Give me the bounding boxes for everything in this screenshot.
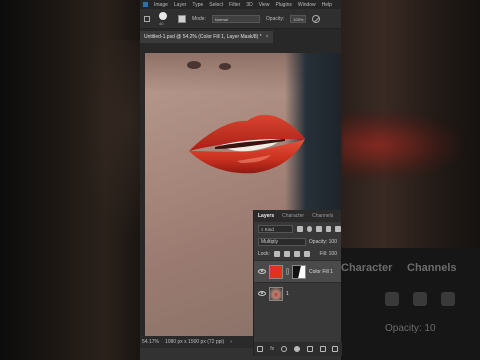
document-size: 1080 px x 1500 px (72 ppi) bbox=[164, 339, 225, 345]
lock-all-icon[interactable] bbox=[303, 251, 310, 257]
nostril-left bbox=[187, 61, 201, 69]
blurred-icons bbox=[385, 292, 455, 306]
layer-row-photo[interactable]: 1 bbox=[254, 282, 341, 304]
visibility-eye-icon[interactable] bbox=[258, 269, 266, 274]
folder-icon[interactable] bbox=[306, 346, 313, 352]
mode-select[interactable]: Normal bbox=[211, 14, 260, 23]
opacity-input[interactable]: 100% bbox=[290, 14, 307, 23]
blurred-opacity-label: Opacity: bbox=[385, 323, 422, 334]
image-icon bbox=[385, 292, 399, 306]
document-title: Untitled-1.psd @ 54.2% (Color Fill 1, La… bbox=[144, 34, 262, 40]
brush-settings-icon[interactable] bbox=[178, 14, 186, 23]
app-logo-icon bbox=[143, 2, 148, 7]
add-mask-icon[interactable] bbox=[281, 346, 288, 352]
menu-filter[interactable]: Filter bbox=[229, 2, 240, 8]
filter-adjustment-icon[interactable] bbox=[306, 226, 313, 232]
blurred-tab-character: Character bbox=[341, 262, 393, 274]
new-layer-icon[interactable] bbox=[319, 346, 326, 352]
filter-kind-select[interactable]: ⌕ Kind bbox=[258, 225, 294, 233]
panel-tabs: Layers Character Channels bbox=[254, 210, 341, 222]
menu-image[interactable]: Image bbox=[154, 2, 168, 8]
nostril-right bbox=[219, 63, 231, 70]
link-layers-icon[interactable] bbox=[257, 346, 264, 352]
chevron-right-icon[interactable]: › bbox=[230, 339, 232, 345]
red-lips bbox=[185, 99, 307, 179]
menu-bar: Image Layer Type Select Filter 3D View P… bbox=[140, 0, 341, 9]
color-fill-thumbnail[interactable] bbox=[269, 264, 283, 279]
filter-smart-icon[interactable] bbox=[335, 226, 341, 232]
layer-filter-row: ⌕ Kind bbox=[254, 222, 341, 236]
document-tabs: Untitled-1.psd @ 54.2% (Color Fill 1, La… bbox=[140, 29, 341, 43]
layers-panel: Layers Character Channels ⌕ Kind Multipl… bbox=[253, 210, 342, 356]
fill-label: Fill: bbox=[319, 251, 328, 257]
filter-type-icon[interactable] bbox=[316, 226, 322, 232]
photo-layer-thumbnail[interactable] bbox=[269, 286, 283, 301]
pressure-opacity-icon[interactable] bbox=[312, 14, 321, 23]
brush-size: 40 bbox=[159, 20, 164, 26]
opacity-control[interactable]: Opacity: 100 bbox=[309, 239, 337, 245]
tab-character[interactable]: Character bbox=[282, 213, 304, 219]
document-tab[interactable]: Untitled-1.psd @ 54.2% (Color Fill 1, La… bbox=[140, 31, 273, 43]
lips-drawing bbox=[189, 114, 305, 174]
background-blur-right: Character Channels Opacity: 10 bbox=[341, 0, 480, 360]
chain-link-icon[interactable] bbox=[286, 268, 289, 275]
blurred-tab-channels: Channels bbox=[407, 262, 457, 274]
menu-view[interactable]: View bbox=[259, 2, 270, 8]
lock-label: Lock: bbox=[258, 251, 270, 257]
background-blur-left bbox=[0, 0, 140, 360]
brush-tip-icon bbox=[159, 11, 167, 20]
trash-icon[interactable] bbox=[332, 346, 339, 352]
mode-label: Mode: bbox=[192, 15, 206, 22]
menu-window[interactable]: Window bbox=[298, 2, 316, 8]
layer-name[interactable]: Color Fill 1 bbox=[309, 269, 333, 275]
lock-move-icon[interactable] bbox=[293, 251, 300, 257]
layer-mask-thumbnail[interactable] bbox=[292, 264, 306, 279]
lock-row: Lock: Fill: 100 bbox=[254, 248, 341, 260]
opacity-label: Opacity: bbox=[265, 15, 285, 22]
lock-transparency-icon[interactable] bbox=[273, 251, 280, 257]
options-bar: 40 Mode: Normal Opacity: 100% bbox=[140, 9, 341, 29]
layer-opacity-label: Opacity: bbox=[308, 239, 328, 245]
close-icon[interactable]: × bbox=[266, 34, 269, 40]
blurred-opacity: Opacity: 10 bbox=[385, 323, 436, 334]
type-icon bbox=[441, 292, 455, 306]
blend-row: Multiply Opacity: 100 bbox=[254, 236, 341, 248]
layers-footer: fx bbox=[254, 342, 342, 356]
layer-opacity-value: 100 bbox=[328, 239, 337, 245]
blurred-lips bbox=[341, 110, 461, 180]
menu-plugins[interactable]: Plugins bbox=[275, 2, 291, 8]
adjustment-layer-icon[interactable] bbox=[293, 346, 300, 352]
menu-type[interactable]: Type bbox=[192, 2, 203, 8]
layer-name[interactable]: 1 bbox=[286, 291, 289, 297]
visibility-eye-icon[interactable] bbox=[258, 291, 266, 296]
menu-layer[interactable]: Layer bbox=[174, 2, 187, 8]
filter-pixel-icon[interactable] bbox=[297, 226, 303, 232]
blend-mode-select[interactable]: Multiply bbox=[258, 238, 306, 246]
menu-help[interactable]: Help bbox=[322, 2, 332, 8]
tab-channels[interactable]: Channels bbox=[312, 213, 333, 219]
brush-preset-picker[interactable]: 40 bbox=[156, 11, 172, 27]
zoom-level[interactable]: 54.17% bbox=[142, 339, 159, 345]
blurred-opacity-value: 10 bbox=[424, 323, 436, 334]
layer-row-color-fill[interactable]: Color Fill 1 bbox=[254, 260, 341, 282]
home-icon[interactable] bbox=[144, 15, 150, 22]
menu-3d[interactable]: 3D bbox=[246, 2, 252, 8]
fill-value: 100 bbox=[328, 251, 337, 257]
lock-paint-icon[interactable] bbox=[283, 251, 290, 257]
fx-icon[interactable]: fx bbox=[270, 346, 274, 352]
filter-kind-value: Kind bbox=[264, 227, 274, 232]
menu-select[interactable]: Select bbox=[209, 2, 223, 8]
fill-control[interactable]: Fill: 100 bbox=[319, 251, 337, 257]
filter-shape-icon[interactable] bbox=[325, 226, 332, 232]
tab-layers[interactable]: Layers bbox=[258, 213, 274, 219]
circle-icon bbox=[413, 292, 427, 306]
